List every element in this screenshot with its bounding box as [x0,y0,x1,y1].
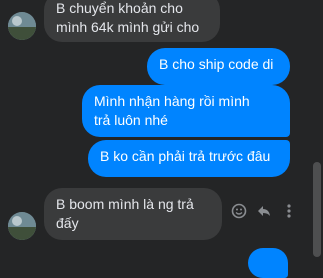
scrollbar[interactable] [313,162,321,257]
contact-avatar[interactable] [8,212,36,240]
contact-avatar[interactable] [8,12,36,40]
reply-icon[interactable] [256,203,272,219]
message-bubble-incoming[interactable]: B boom mình là ng trả đấy [44,188,222,240]
message-bubble-incoming[interactable]: B chuyển khoản cho mình 64k mình gửi cho [44,0,220,42]
smiley-icon[interactable] [231,203,247,219]
message-bubble-outgoing[interactable]: B ko cần phải trả trước đâu [88,140,290,177]
message-bubble-outgoing[interactable]: Mình nhận hàng rồi mình trả luôn nhé [82,85,290,137]
message-bubble-outgoing[interactable]: B cho ship code di [147,48,290,85]
more-icon[interactable] [281,203,297,219]
message-bubble-outgoing-partial[interactable] [248,248,288,278]
